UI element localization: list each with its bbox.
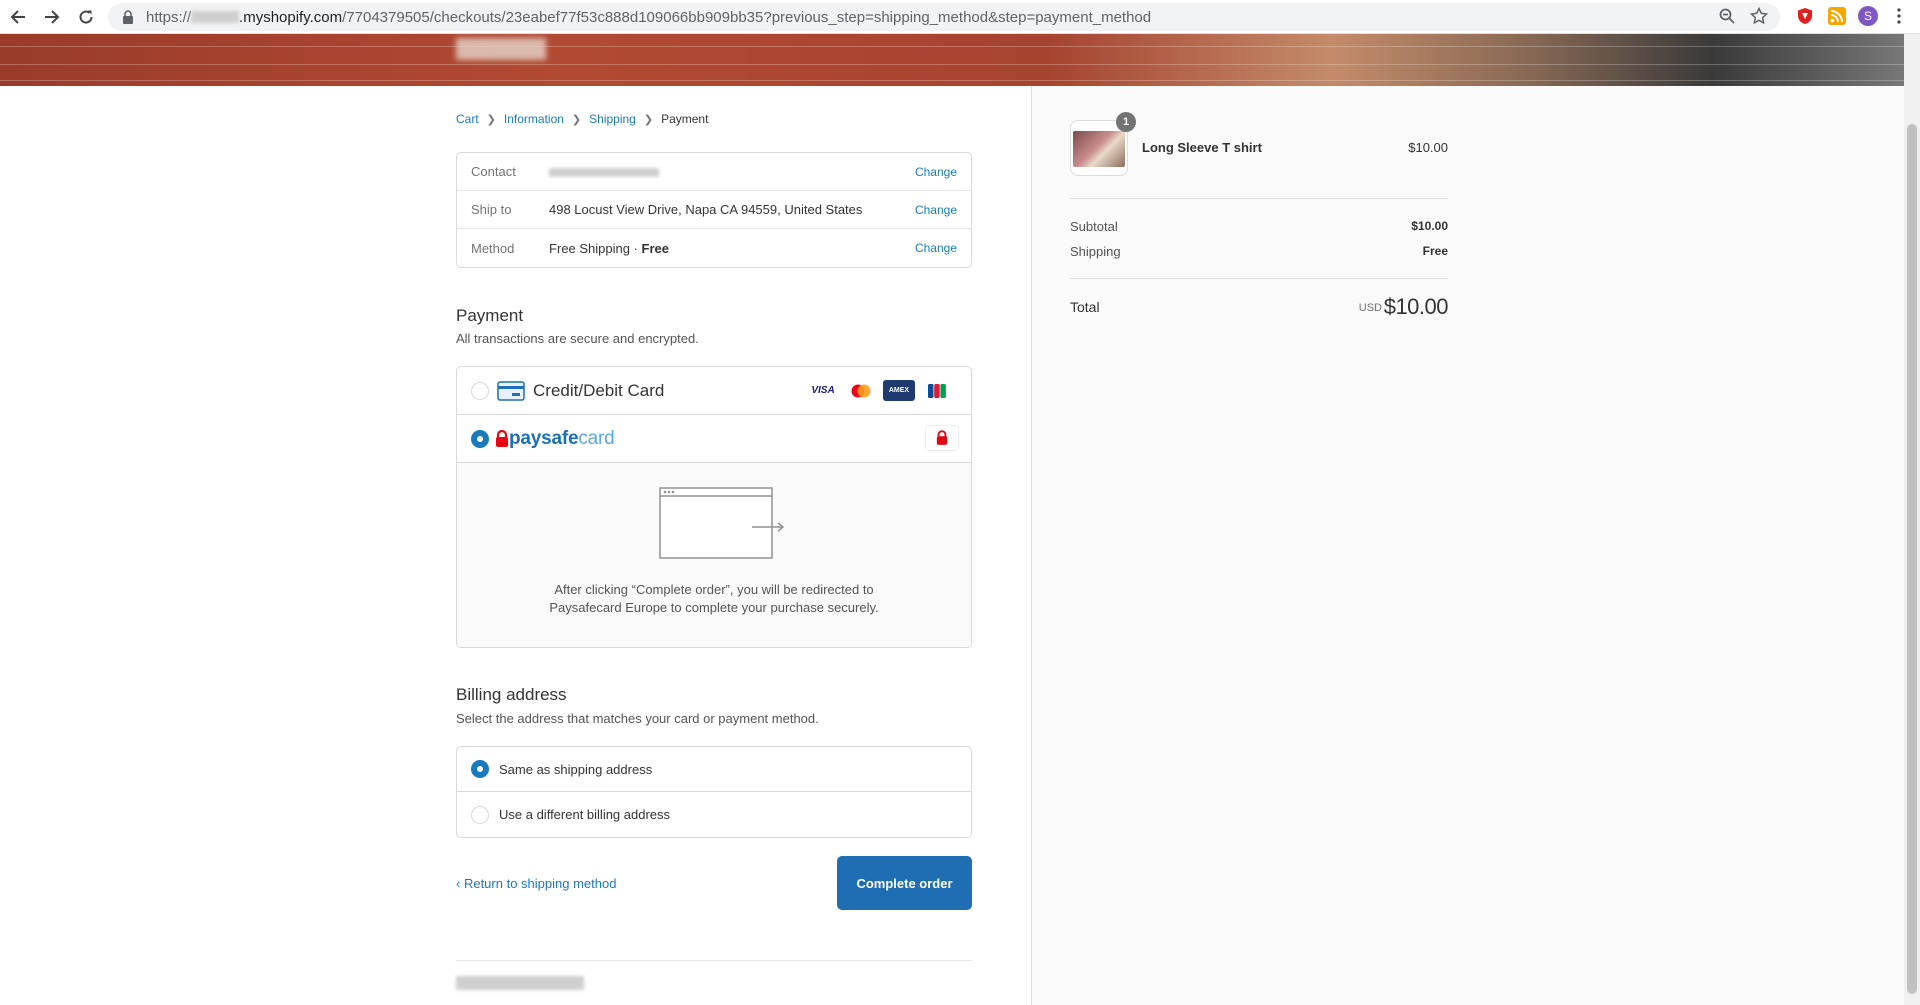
redirect-text: After clicking “Complete order”, you wil… <box>549 582 879 615</box>
card-radio[interactable] <box>471 381 489 400</box>
product-line: 1 Long Sleeve T shirt $10.00 <box>1070 112 1448 176</box>
total-value: $10.00 <box>1383 294 1449 319</box>
paysafecard-logo: paysafe card <box>495 428 615 450</box>
redacted-store-name <box>191 11 240 23</box>
paysafecard-lock-icon <box>496 429 508 447</box>
zoom-icon[interactable] <box>1718 7 1736 25</box>
chevron-right-icon: ❯ <box>571 113 582 126</box>
browser-redirect-icon <box>659 487 785 559</box>
lock-icon <box>123 10 133 24</box>
review-method-row: Method Free Shipping · Free Change <box>457 229 971 267</box>
summary-divider <box>1070 198 1448 199</box>
url-host: .myshopify.com <box>239 8 343 26</box>
rss-extension-icon[interactable] <box>1826 5 1848 27</box>
url-prefix: https:// <box>146 8 192 26</box>
different-address-label: Use a different billing address <box>499 807 671 822</box>
redacted-store-logo <box>456 38 546 60</box>
address-bar[interactable]: https:// .myshopify.com /7704379505/chec… <box>108 3 1780 31</box>
review-contact-row: Contact Change <box>457 153 971 191</box>
billing-option-different[interactable]: Use a different billing address <box>457 792 971 837</box>
menu-kebab-icon[interactable] <box>1888 5 1910 27</box>
paysafecard-radio[interactable] <box>471 429 489 448</box>
shield-extension-icon[interactable] <box>1794 5 1816 27</box>
same-address-label: Same as shipping address <box>499 761 653 777</box>
arrow-left-icon <box>10 9 25 24</box>
footer-divider <box>456 960 972 961</box>
star-icon[interactable] <box>1750 7 1768 25</box>
reload-icon <box>79 10 93 24</box>
method-value: Free Shipping · Free <box>549 240 669 256</box>
contact-label: Contact <box>471 164 516 179</box>
shipping-value: Free <box>1422 244 1448 258</box>
breadcrumb-shipping[interactable]: Shipping <box>589 112 636 126</box>
payment-subtitle: All transactions are secure and encrypte… <box>456 331 699 346</box>
product-price: $10.00 <box>1408 140 1448 155</box>
breadcrumb: Cart ❯ Information ❯ Shipping ❯ Payment <box>456 112 708 126</box>
redacted-footer-text <box>456 976 584 990</box>
billing-options: Same as shipping address Use a different… <box>456 746 972 838</box>
paysafecard-badge-icon <box>925 425 959 451</box>
ship-to-value: 498 Locust View Drive, Napa CA 94559, Un… <box>549 202 863 217</box>
chevron-right-icon: ❯ <box>643 113 654 126</box>
billing-option-same[interactable]: Same as shipping address <box>457 747 971 792</box>
subtotal-label: Subtotal <box>1070 219 1118 234</box>
total-label: Total <box>1070 299 1100 315</box>
reload-button[interactable] <box>70 1 102 33</box>
card-option-label: Credit/Debit Card <box>533 380 665 400</box>
breadcrumb-information[interactable]: Information <box>504 112 564 126</box>
review-block: Contact Change Ship to 498 Locust View D… <box>456 152 972 268</box>
credit-card-icon <box>497 380 525 401</box>
chevron-right-icon: ❯ <box>486 113 496 126</box>
payment-title: Payment <box>456 306 524 325</box>
total-currency: USD <box>1358 302 1382 314</box>
billing-subtitle: Select the address that matches your car… <box>456 711 819 726</box>
arrow-right-icon <box>45 9 60 24</box>
change-contact-link[interactable]: Change <box>915 165 957 179</box>
payment-option-card[interactable]: Credit/Debit Card VISA AMEX <box>457 367 971 415</box>
jcb-icon <box>921 380 953 401</box>
back-button[interactable] <box>2 1 34 33</box>
amex-icon: AMEX <box>883 380 915 401</box>
billing-title: Billing address <box>456 685 567 704</box>
chevron-left-icon: ‹ <box>456 876 464 891</box>
forward-button[interactable] <box>36 1 68 33</box>
review-ship-row: Ship to 498 Locust View Drive, Napa CA 9… <box>457 191 971 229</box>
redirect-notice: After clicking “Complete order”, you wil… <box>457 463 971 647</box>
method-label: Method <box>471 240 515 256</box>
shipping-row: Shipping Free <box>1070 244 1448 259</box>
subtotal-value: $10.00 <box>1411 219 1448 233</box>
breadcrumb-cart[interactable]: Cart <box>456 112 479 126</box>
card-brands: VISA AMEX <box>807 380 953 401</box>
url-path: /7704379505/checkouts/23eabef77f53c888d1… <box>342 8 1152 26</box>
visa-icon: VISA <box>811 385 835 396</box>
same-address-radio[interactable] <box>471 760 489 778</box>
quantity-badge: 1 <box>1116 112 1136 132</box>
change-method-link[interactable]: Change <box>915 241 957 255</box>
shipping-label: Shipping <box>1070 244 1121 259</box>
subtotal-row: Subtotal $10.00 <box>1070 219 1448 234</box>
summary-divider <box>1070 278 1448 279</box>
mastercard-icon <box>845 380 877 401</box>
product-name: Long Sleeve T shirt <box>1142 140 1262 155</box>
contact-value <box>549 164 915 179</box>
profile-avatar[interactable]: S <box>1858 6 1878 26</box>
complete-order-button[interactable]: Complete order <box>837 856 972 910</box>
breadcrumb-payment: Payment <box>661 112 709 126</box>
ship-to-label: Ship to <box>471 202 512 217</box>
payment-methods: Credit/Debit Card VISA AMEX paysafecard <box>456 366 972 648</box>
payment-option-paysafecard[interactable]: paysafe card <box>457 415 971 463</box>
browser-toolbar: https:// .myshopify.com /7704379505/chec… <box>0 0 1920 34</box>
return-to-shipping-link[interactable]: ‹ Return to shipping method <box>456 876 616 891</box>
change-ship-to-link[interactable]: Change <box>915 203 957 217</box>
different-address-radio[interactable] <box>471 805 489 824</box>
page-scrollbar[interactable] <box>1904 34 1920 1005</box>
store-banner-image <box>0 34 1904 86</box>
scrollbar-thumb[interactable] <box>1907 124 1917 994</box>
